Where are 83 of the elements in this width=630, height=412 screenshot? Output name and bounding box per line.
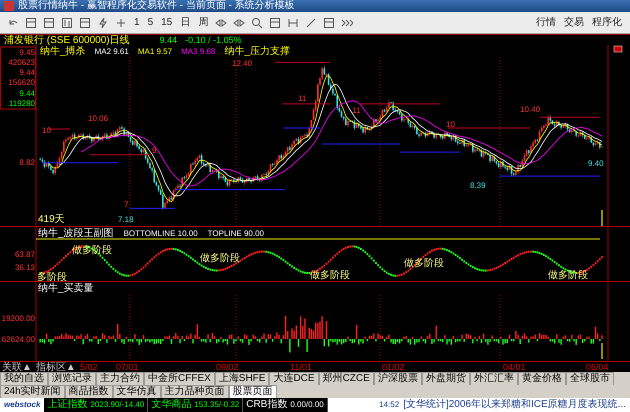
price-label: 10.06 — [88, 114, 108, 123]
page-tab[interactable]: 外盘期货 — [422, 372, 470, 385]
indicator-title: 纳牛_买卖量 — [38, 283, 94, 294]
page-tab[interactable]: 上海SHFE — [214, 372, 270, 385]
page-tab[interactable]: 我的自选 — [0, 372, 48, 385]
stage-label: 做多阶段 — [310, 270, 350, 281]
moving-average-label: MA3 9.68 — [181, 47, 216, 56]
page-tab[interactable]: 沪深股票 — [374, 372, 422, 385]
price-label: 12.40 — [232, 59, 252, 68]
moving-average-label: MA2 9.61 — [94, 47, 129, 56]
menu-item[interactable]: 程序化 — [588, 12, 626, 32]
period-button[interactable]: 5 — [144, 12, 158, 32]
price-label: 10.40 — [520, 105, 540, 114]
period-button[interactable]: 周 — [194, 12, 212, 32]
price-label: 419天 — [38, 214, 65, 225]
page-tab[interactable]: 24h实时新闻 — [0, 385, 65, 398]
page-tab[interactable]: 主力合约 — [96, 372, 144, 385]
axis-value: 119280 — [8, 99, 35, 108]
page-tab[interactable]: 股票页面 — [228, 385, 277, 398]
date-label: 04/01 — [503, 362, 526, 372]
index-name: 文华商品 — [151, 398, 192, 412]
page-tab[interactable]: 大连DCE — [269, 372, 319, 385]
date-label: 01/02 — [382, 362, 405, 372]
axis-value: 9.45 — [19, 48, 35, 57]
price-label: 7 — [124, 200, 128, 209]
brand-logo: webstock — [0, 398, 44, 412]
price-label: 9.40 — [588, 159, 604, 168]
index-value: 2023.90/-14.40 — [90, 399, 144, 411]
axis-value: 19200.00 — [2, 314, 35, 323]
price-label: 8.39 — [470, 181, 486, 190]
axis-value: 62624.00 — [2, 335, 35, 344]
price-label: 11 — [352, 106, 360, 115]
stage-label: 多阶段 — [37, 272, 67, 281]
index-value: 0.00/0.00 — [290, 399, 324, 411]
panel-selector[interactable]: 关联▲ — [0, 362, 34, 372]
stock-name: 浦发银行 (SSE 600000)日线 — [4, 35, 130, 45]
page-tab[interactable]: 全球股市 — [566, 372, 614, 385]
moving-average-label: MA1 9.57 — [138, 47, 172, 56]
page-tab[interactable]: 浏览记录 — [48, 372, 96, 385]
axis-value: 156620 — [8, 78, 35, 87]
news-headline[interactable]: [文华统计]2006年以来郑糖和ICE原糖月度表现统... — [403, 398, 626, 412]
page-tab[interactable]: 文华仿真 — [112, 385, 161, 398]
axis-value: 8.82 — [19, 158, 35, 167]
page-tab[interactable]: 黄金价格 — [518, 372, 566, 385]
indicator-parameter: BOTTOMLINE 10.00 — [124, 229, 198, 238]
page-tab[interactable]: 外汇汇率 — [470, 372, 518, 385]
stock-price: 9.44 — [160, 35, 178, 45]
stage-label: 做多阶段 — [200, 253, 240, 264]
news-time: 14:52 — [379, 399, 400, 411]
axis-value: 420623 — [8, 58, 35, 67]
menu-item[interactable]: 行情 — [532, 12, 560, 32]
stock-change: -0.10 / -1.05% — [185, 35, 242, 45]
date-label: 06/04 — [586, 362, 609, 372]
indicator-parameter: TOPLINE 90.00 — [208, 229, 264, 238]
index-name: CRB指数 — [246, 398, 288, 412]
axis-value: 9.44 — [19, 68, 35, 77]
stage-label: 做多阶段 — [548, 270, 588, 281]
date-label: 07/01 — [116, 362, 139, 372]
price-label: 7.18 — [118, 215, 134, 224]
date-label: 5/02 — [80, 362, 98, 373]
index-name: 上证指数 — [47, 398, 88, 412]
price-label: 9 — [152, 146, 156, 155]
panel-selector[interactable]: 指标区▲ — [34, 362, 78, 372]
page-tab[interactable]: 商品指数 — [64, 385, 113, 398]
menu-item[interactable]: 交易 — [560, 12, 588, 32]
price-label: 10 — [42, 126, 51, 135]
axis-value: 36.13 — [14, 263, 35, 272]
price-label: 10 — [446, 120, 455, 129]
page-tab[interactable]: 郑州CZCE — [318, 372, 374, 385]
date-label: 11/01 — [290, 362, 312, 373]
period-button[interactable]: 日 — [176, 12, 194, 32]
page-tab[interactable]: 主力品种页面 — [160, 385, 229, 398]
period-button[interactable]: 15 — [157, 12, 176, 32]
price-label: 11 — [298, 94, 306, 103]
indicator-label: 纳牛_压力支撑 — [224, 46, 290, 57]
index-value: 153.35/-0.32 — [194, 399, 240, 411]
period-button[interactable]: 1 — [130, 12, 144, 32]
page-tab[interactable]: 中金所CFFEX — [144, 372, 215, 385]
axis-value: 9.44 — [19, 89, 35, 98]
indicator-title: 纳牛_波段王副图 — [38, 228, 114, 239]
date-label: 09/02 — [216, 362, 239, 372]
axis-value: 63.87 — [14, 250, 35, 259]
indicator-label: 纳牛_搏杀 — [40, 46, 86, 57]
